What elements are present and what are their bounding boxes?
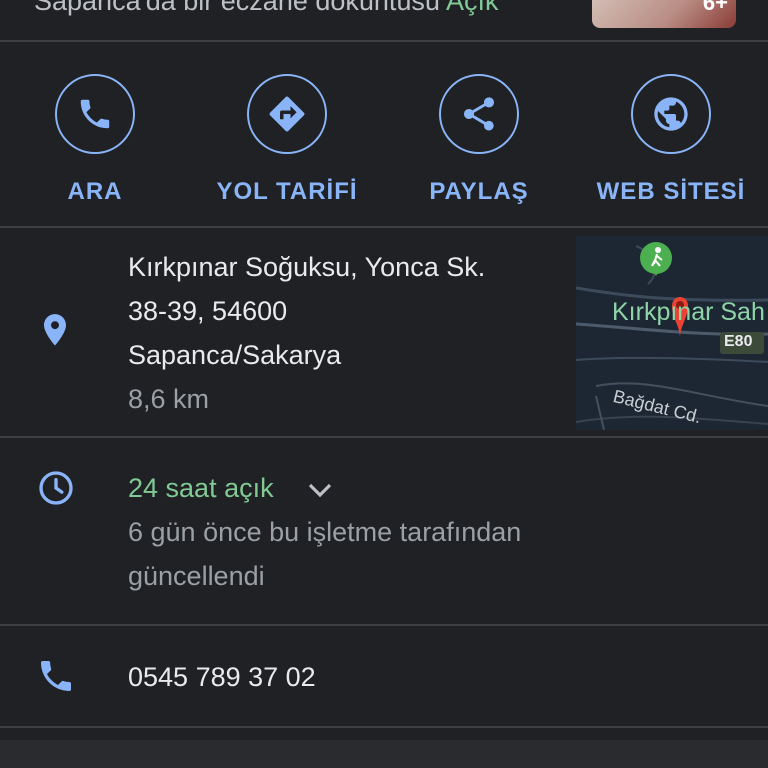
share-circle <box>439 74 519 154</box>
website-circle <box>631 74 711 154</box>
directions-circle <box>247 74 327 154</box>
hours-status: 24 saat açık <box>128 473 274 503</box>
directions-button[interactable]: YOL TARİFİ <box>192 74 382 206</box>
address-line-3: Sapanca/Sakarya <box>128 340 342 370</box>
hours-updated-line-1: 6 gün önce bu işletme tarafından <box>128 517 522 547</box>
divider <box>0 624 768 626</box>
divider <box>0 726 768 728</box>
directions-label: YOL TARİFİ <box>216 178 358 205</box>
website-button[interactable]: WEB SİTESİ <box>576 74 766 206</box>
header-text: Sapanca'da bir eczane döküntüsü Açık <box>34 0 498 17</box>
directions-icon <box>269 96 305 132</box>
chevron-down-icon[interactable] <box>305 480 335 500</box>
share-button[interactable]: PAYLAŞ <box>384 74 574 206</box>
header-strip: Sapanca'da bir eczane döküntüsü Açık 6+ <box>0 0 768 40</box>
address-line-2: 38-39, 54600 <box>128 296 288 326</box>
call-circle <box>55 74 135 154</box>
map-thumbnail[interactable]: Kırkpınar Sah E80 Bağdat Cd. <box>576 236 768 430</box>
phone-icon <box>80 99 110 129</box>
address-line-1: Kırkpınar Soğuksu, Yonca Sk. <box>128 252 486 282</box>
call-label: ARA <box>67 178 123 205</box>
photo-count-badge: 6+ <box>702 0 728 15</box>
website-label: WEB SİTESİ <box>596 178 746 205</box>
location-pin-icon <box>44 314 66 346</box>
photo-thumbnail[interactable]: 6+ <box>592 0 736 28</box>
share-label: PAYLAŞ <box>429 178 529 205</box>
phone-number: 0545 789 37 02 <box>128 662 316 692</box>
map-road-badge: E80 <box>724 333 753 350</box>
address-text: Kırkpınar Soğuksu, Yonca Sk. 38-39, 5460… <box>128 245 485 421</box>
distance-text: 8,6 km <box>128 384 210 414</box>
map-place-label: Kırkpınar Sah <box>612 298 765 326</box>
globe-icon <box>654 97 688 131</box>
hours-updated-line-2: güncellendi <box>128 561 265 591</box>
hours-text: 24 saat açık 6 gün önce bu işletme taraf… <box>128 466 521 598</box>
clock-icon <box>39 471 73 505</box>
header-partial-text: Sapanca'da bir eczane döküntüsü <box>34 0 440 16</box>
action-bar: ARA YOL TARİFİ PAYLAŞ WEB SİTESİ <box>0 42 768 226</box>
divider <box>0 436 768 438</box>
divider <box>0 226 768 228</box>
call-button[interactable]: ARA <box>0 74 190 206</box>
open-status: Açık <box>445 0 499 16</box>
bottom-strip <box>0 740 768 768</box>
share-icon <box>464 97 494 131</box>
phone-icon <box>41 661 71 691</box>
